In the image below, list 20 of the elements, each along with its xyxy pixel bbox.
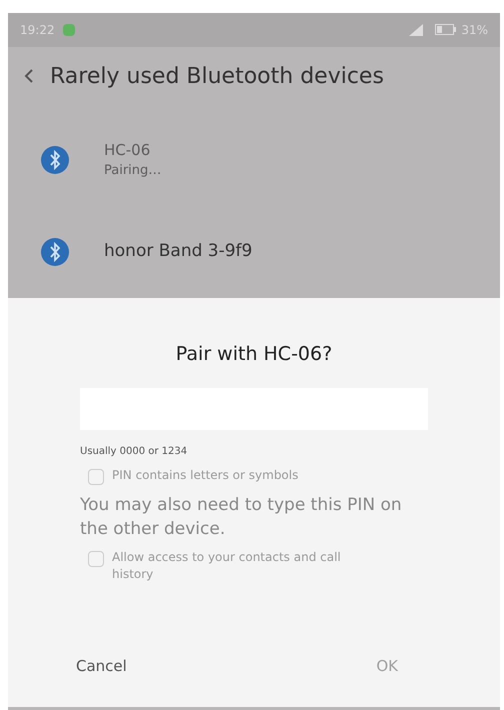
pin-hint: Usually 0000 or 1234: [80, 445, 188, 460]
device-status: Pairing…: [104, 162, 162, 180]
device-row[interactable]: HC-06 Pairing…: [8, 114, 500, 206]
dialog-button[interactable]: Cancel: [64, 646, 139, 685]
checkbox-label: PIN contains letters or symbols: [112, 467, 300, 484]
page-title: Rarely used Bluetooth devices: [50, 62, 384, 91]
bluetooth-icon: [40, 144, 70, 175]
checkbox[interactable]: [88, 551, 104, 568]
device-row[interactable]: honor Band 3-9f9: [8, 206, 500, 298]
device-name: honor Band 3-9f9: [104, 240, 252, 263]
dialog-title: Pair with HC-06?: [174, 342, 334, 367]
notification-icon: [62, 24, 75, 36]
device-name: HC-06: [104, 140, 152, 161]
pin-note: You may also need to type this PIN on the other device.: [80, 494, 403, 542]
back-icon[interactable]: [24, 68, 34, 84]
battery-icon: [435, 24, 458, 36]
checkbox-label: Allow access to your contacts and call history: [112, 549, 342, 584]
bluetooth-icon: [40, 236, 70, 267]
checkbox[interactable]: [88, 469, 104, 486]
signal-icon: [409, 24, 424, 36]
